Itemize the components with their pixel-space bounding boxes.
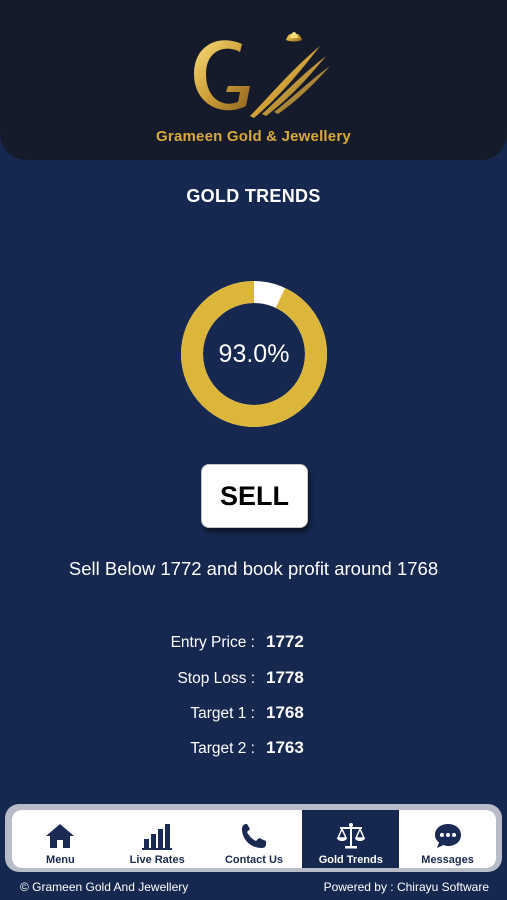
stat-label: Entry Price : bbox=[170, 634, 255, 651]
scale-icon bbox=[336, 823, 365, 849]
footer-copyright: © Grameen Gold And Jewellery bbox=[20, 880, 189, 894]
bottom-nav: Menu Live Rates Contact Us Gold Trends M… bbox=[12, 810, 496, 868]
home-icon bbox=[46, 824, 75, 848]
trend-percentage: 93.0% bbox=[218, 339, 290, 368]
nav-item-messages[interactable]: Messages bbox=[399, 810, 496, 868]
nav-label: Gold Trends bbox=[318, 854, 383, 866]
chat-icon bbox=[434, 824, 461, 848]
nav-item-gold-trends[interactable]: Gold Trends bbox=[302, 810, 400, 868]
footer-powered-by: Powered by : Chirayu Software bbox=[323, 880, 489, 894]
app-header: Grameen Gold & Jewellery bbox=[0, 0, 507, 160]
nav-label: Menu bbox=[46, 854, 75, 866]
phone-icon bbox=[241, 824, 266, 848]
bar-chart-icon bbox=[142, 824, 173, 850]
nav-label: Live Rates bbox=[129, 854, 185, 866]
stat-value: 1763 bbox=[266, 738, 304, 757]
nav-item-menu[interactable]: Menu bbox=[12, 810, 109, 868]
stat-row-target-1: Target 1 : 1768 bbox=[0, 701, 507, 727]
stat-row-entry-price: Entry Price : 1772 bbox=[0, 630, 507, 656]
nav-item-live-rates[interactable]: Live Rates bbox=[109, 810, 206, 868]
nav-label: Messages bbox=[421, 854, 474, 866]
stat-value: 1768 bbox=[266, 703, 304, 722]
stat-label: Target 2 : bbox=[190, 740, 255, 757]
page-title: GOLD TRENDS bbox=[186, 186, 321, 206]
stat-value: 1778 bbox=[266, 668, 304, 687]
signal-button[interactable]: SELL bbox=[201, 464, 308, 528]
trade-advice: Sell Below 1772 and book profit around 1… bbox=[68, 558, 439, 579]
nav-item-contact-us[interactable]: Contact Us bbox=[206, 810, 303, 868]
stat-label: Target 1 : bbox=[190, 705, 255, 722]
stat-row-target-2: Target 2 : 1763 bbox=[0, 736, 507, 762]
gold-g-logo-icon bbox=[194, 32, 330, 118]
stat-value: 1772 bbox=[266, 632, 304, 651]
nav-label: Contact Us bbox=[224, 854, 284, 866]
stat-label: Stop Loss : bbox=[177, 670, 255, 687]
brand-name: Grameen Gold & Jewellery bbox=[156, 128, 351, 145]
stat-row-stop-loss: Stop Loss : 1778 bbox=[0, 666, 507, 692]
